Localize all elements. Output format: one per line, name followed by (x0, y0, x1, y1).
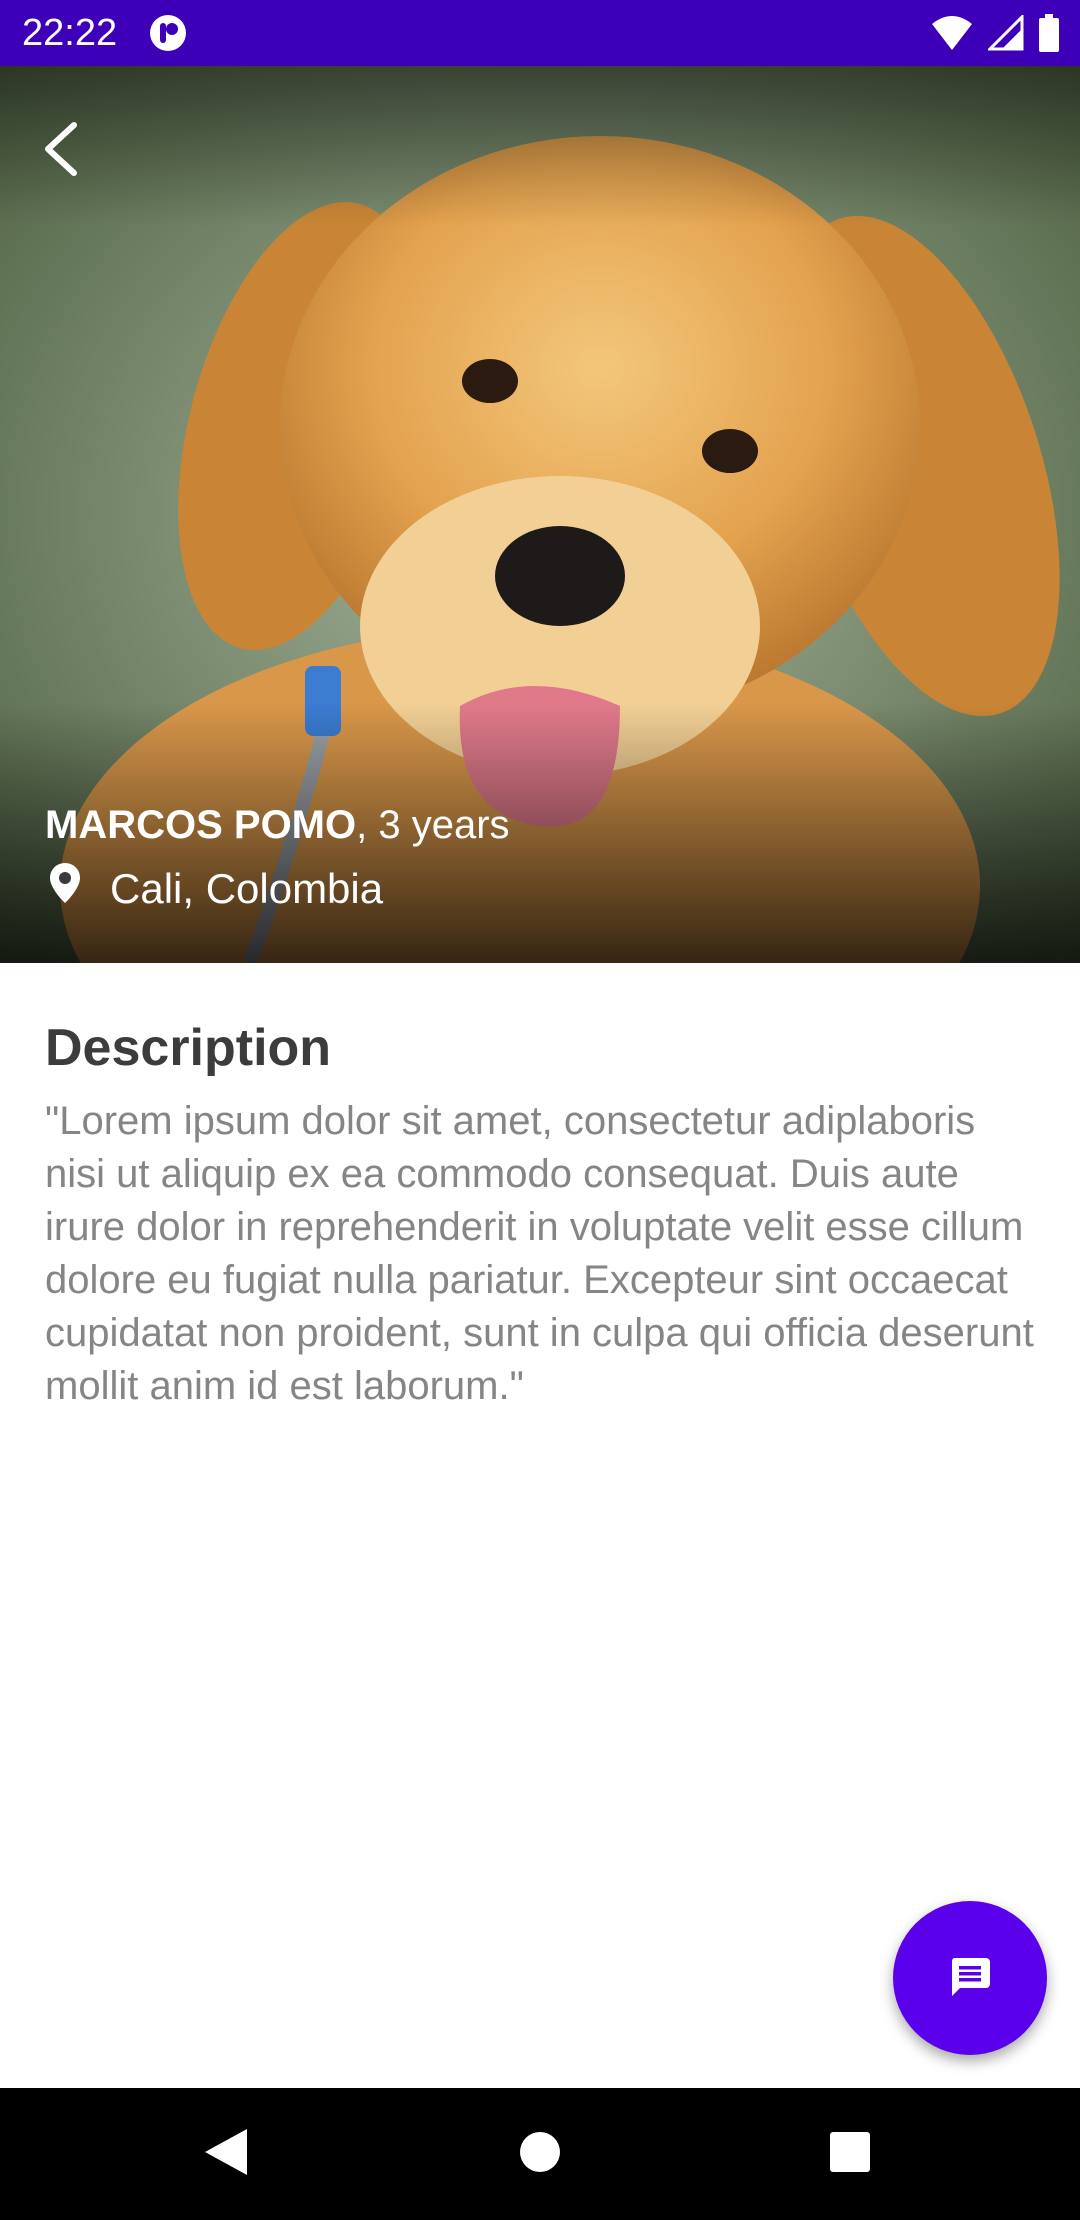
location-pin-icon (50, 862, 80, 916)
pet-name: MARCOS POMO (45, 803, 357, 847)
location-row: Cali, Colombia (50, 862, 383, 916)
recents-square-icon (829, 2131, 871, 2178)
message-button[interactable] (893, 1901, 1047, 2055)
location-text: Cali, Colombia (110, 865, 384, 912)
system-nav-bar (0, 2088, 1080, 2220)
back-button[interactable] (30, 116, 90, 186)
message-icon (948, 1954, 992, 2003)
description-text: "Lorem ipsum dolor sit amet, consectetur… (45, 1099, 1034, 1408)
pet-title: MARCOS POMO, 3 years (45, 800, 510, 850)
description-heading: Description (45, 1019, 332, 1077)
battery-icon (1038, 14, 1060, 57)
status-time: 22:22 (22, 12, 118, 54)
nav-back-button[interactable] (146, 2088, 306, 2220)
status-bar: 22:22 (0, 0, 1080, 66)
pet-photo: MARCOS POMO, 3 years Cali, Colombia (0, 66, 1080, 963)
pet-age: , 3 years (356, 803, 510, 847)
app-notification-icon (148, 13, 188, 53)
chevron-left-icon (40, 121, 80, 182)
nav-home-button[interactable] (460, 2088, 620, 2220)
nav-recents-button[interactable] (770, 2088, 930, 2220)
cell-signal-icon (986, 13, 1024, 56)
wifi-icon (930, 14, 974, 57)
home-circle-icon (518, 2130, 562, 2179)
status-icons (930, 13, 1060, 57)
back-triangle-icon (203, 2127, 249, 2182)
